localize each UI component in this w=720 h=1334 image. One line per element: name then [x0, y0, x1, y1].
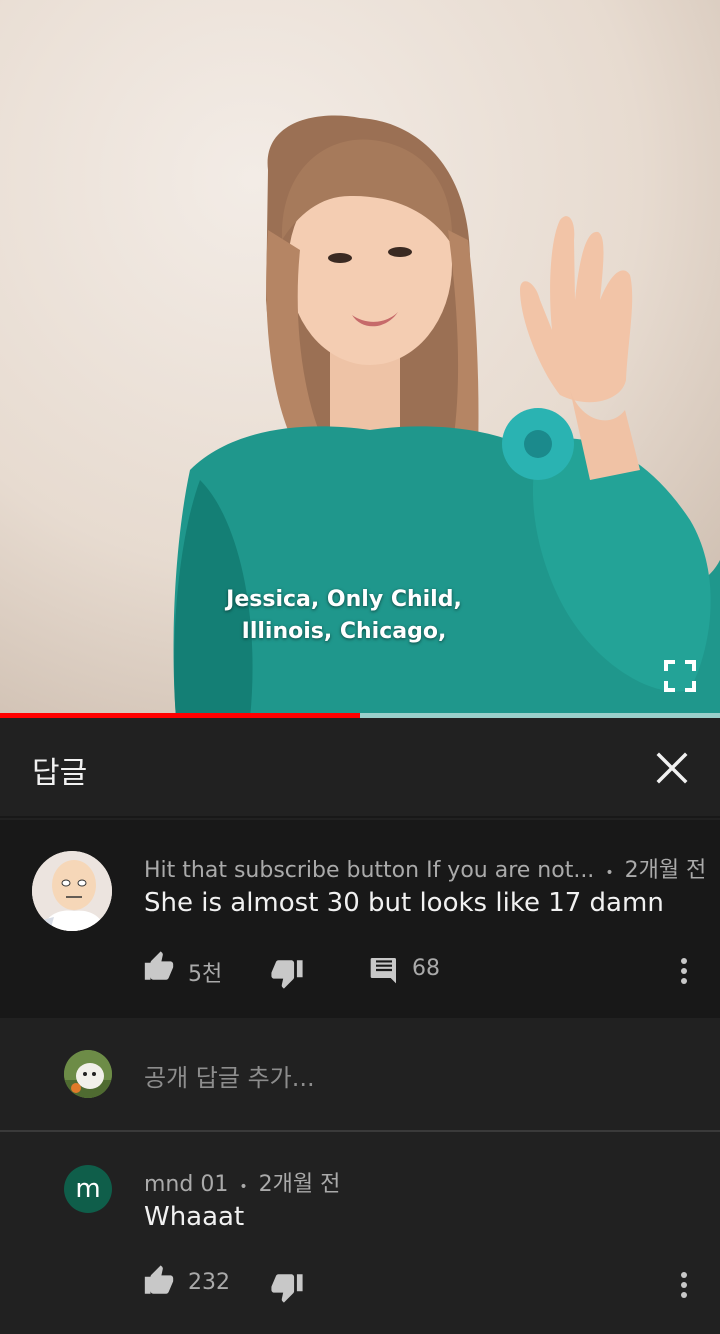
reply-more-button[interactable] [672, 1264, 696, 1304]
meta-separator: • [605, 865, 614, 881]
reply-input[interactable]: 공개 답글 추가... [144, 1058, 315, 1093]
close-button[interactable] [652, 748, 692, 788]
thumb-up-icon [144, 1265, 174, 1294]
thumb-down-icon [271, 960, 303, 989]
commenter-avatar[interactable] [32, 851, 112, 931]
avatar-image [32, 851, 112, 931]
comment-more-button[interactable] [672, 950, 696, 990]
comment-text: She is almost 30 but looks like 17 damn [144, 888, 664, 918]
video-player[interactable]: Jessica, Only Child, Illinois, Chicago, [0, 0, 720, 718]
comment-meta: Hit that subscribe button If you are not… [144, 852, 706, 884]
dislike-button[interactable] [270, 1270, 306, 1306]
reply-icon [370, 958, 396, 984]
subtitle-line-1: Jessica, Only Child, [226, 587, 462, 612]
like-count: 232 [188, 1270, 230, 1295]
replies-header: 답글 [0, 718, 720, 818]
parent-comment: Hit that subscribe button If you are not… [0, 820, 720, 1018]
thumb-down-icon [271, 1274, 303, 1303]
like-button[interactable] [142, 1264, 178, 1300]
like-button[interactable] [142, 950, 178, 986]
reply-button[interactable] [368, 954, 404, 990]
own-avatar [64, 1050, 112, 1098]
like-count: 5천 [188, 962, 223, 987]
fullscreen-icon [664, 660, 696, 692]
comment-author[interactable]: Hit that subscribe button If you are not… [144, 858, 594, 883]
avatar-image [64, 1050, 112, 1098]
reply-time: 2개월 전 [258, 1172, 341, 1197]
reply-count: 68 [412, 956, 440, 981]
reply-meta: mnd 01 • 2개월 전 [144, 1166, 340, 1198]
reply-author[interactable]: mnd 01 [144, 1172, 228, 1197]
reply-comment: m mnd 01 • 2개월 전 Whaaat 232 [0, 1134, 720, 1334]
meta-separator: • [239, 1179, 248, 1195]
replies-title: 답글 [32, 756, 88, 791]
dislike-button[interactable] [270, 956, 306, 992]
comment-time: 2개월 전 [624, 858, 707, 883]
add-reply-row: 공개 답글 추가... [0, 1018, 720, 1132]
fullscreen-button[interactable] [662, 658, 698, 694]
subtitle-line-2: Illinois, Chicago, [241, 619, 447, 644]
thumb-up-icon [144, 951, 174, 980]
reply-avatar[interactable]: m [64, 1165, 112, 1213]
close-icon [656, 752, 688, 784]
reply-text: Whaaat [144, 1202, 245, 1232]
